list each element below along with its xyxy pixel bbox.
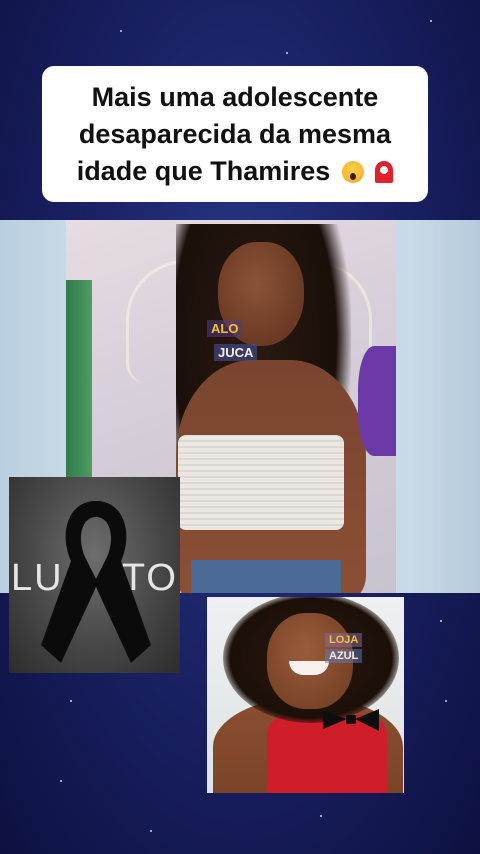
caption-line-3: idade que Thamires bbox=[76, 155, 331, 186]
face-screaming-icon bbox=[341, 160, 364, 183]
watermark-top: LOJA bbox=[325, 633, 363, 647]
caption-line-1: Mais uma adolescente bbox=[91, 81, 379, 112]
watermark-top: ALO bbox=[207, 320, 243, 337]
watermark-bottom: JUCA bbox=[214, 344, 258, 361]
luto-card: LU TO bbox=[9, 477, 180, 673]
black-ribbon-icon bbox=[41, 501, 151, 663]
second-photo: LOJA AZUL bbox=[207, 597, 404, 793]
caption-text: Mais uma adolescente desaparecida da mes… bbox=[77, 79, 394, 190]
police-light-icon bbox=[375, 160, 394, 183]
jeans bbox=[191, 560, 341, 593]
caption-box: Mais uma adolescente desaparecida da mes… bbox=[42, 66, 428, 202]
caption-line-2: desaparecida da mesma bbox=[78, 118, 392, 149]
bow-tie-icon bbox=[323, 709, 379, 731]
white-top bbox=[178, 435, 344, 530]
watermark-bottom: AZUL bbox=[325, 649, 363, 663]
purple-balloon bbox=[358, 346, 396, 456]
